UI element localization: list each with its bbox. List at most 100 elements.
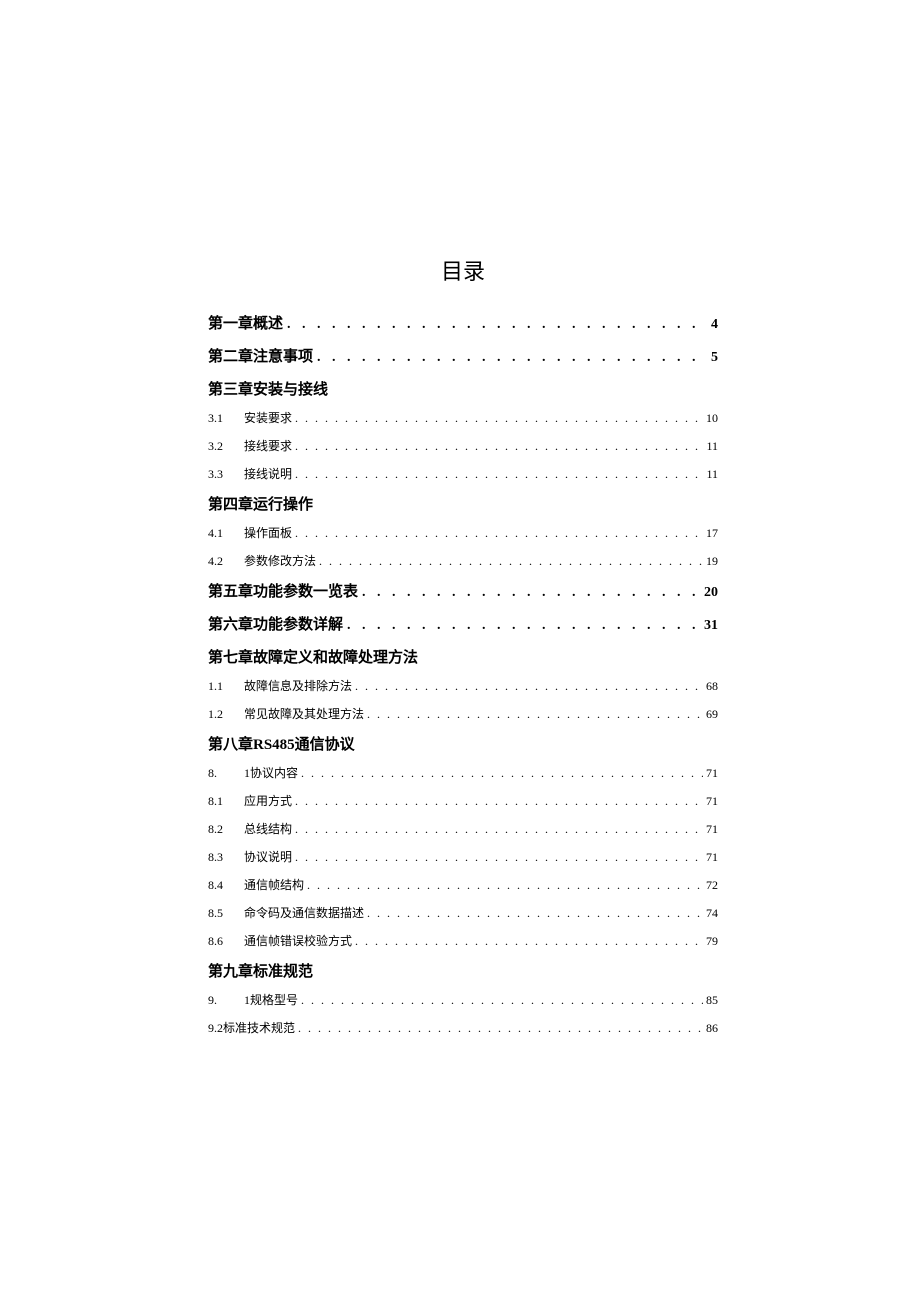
toc-dots: . . . . . . . . . . . . . . . . . . . . …: [295, 526, 703, 541]
toc-label: 接线说明: [244, 465, 292, 482]
toc-body: 第一章概述. . . . . . . . . . . . . . . . . .…: [208, 312, 718, 1036]
toc-dots: . . . . . . . . . . . . . . . . . . . . …: [295, 439, 703, 454]
toc-label: 通信帧错误校验方式: [244, 932, 352, 949]
toc-sub-entry: 8.5命令码及通信数据描述. . . . . . . . . . . . . .…: [208, 904, 718, 921]
toc-label: 命令码及通信数据描述: [244, 904, 364, 921]
toc-sub-number: 8.3: [208, 850, 244, 865]
toc-sub-entry: 3.2接线要求. . . . . . . . . . . . . . . . .…: [208, 437, 718, 454]
toc-page: 71: [706, 850, 718, 865]
toc-sub-number: 8.5: [208, 906, 244, 921]
toc-label: 第五章功能参数一览表: [208, 580, 358, 601]
toc-label: 第七章故障定义和故障处理方法: [208, 650, 418, 666]
toc-label: 故障信息及排除方法: [244, 677, 352, 694]
toc-sub-entry: 3.1安装要求. . . . . . . . . . . . . . . . .…: [208, 409, 718, 426]
toc-page: 4: [711, 317, 718, 333]
toc-sub-entry: 8.1应用方式. . . . . . . . . . . . . . . . .…: [208, 792, 718, 809]
toc-page: 85: [706, 993, 718, 1008]
toc-page: 11: [706, 439, 718, 454]
toc-dots: . . . . . . . . . . . . . . . . . . . . …: [319, 554, 703, 569]
toc-page: 79: [706, 934, 718, 949]
toc-label: 应用方式: [244, 792, 292, 809]
toc-sub-number: 9.: [208, 993, 244, 1008]
toc-dots: . . . . . . . . . . . . . . . . . . . . …: [295, 467, 703, 482]
toc-sub-number: 8.4: [208, 878, 244, 893]
toc-dots: . . . . . . . . . . . . . . . . . . . . …: [362, 585, 700, 601]
toc-sub-entry: 9.1规格型号. . . . . . . . . . . . . . . . .…: [208, 991, 718, 1008]
toc-sub-entry: 8.1协议内容. . . . . . . . . . . . . . . . .…: [208, 764, 718, 781]
toc-dots: . . . . . . . . . . . . . . . . . . . . …: [295, 794, 703, 809]
toc-dots: . . . . . . . . . . . . . . . . . . . . …: [355, 679, 703, 694]
toc-dots: . . . . . . . . . . . . . . . . . . . . …: [367, 906, 703, 921]
toc-dots: . . . . . . . . . . . . . . . . . . . . …: [301, 766, 703, 781]
toc-sub-number: 4.2: [208, 554, 244, 569]
toc-sub-number: 8.1: [208, 794, 244, 809]
toc-page: 11: [706, 467, 718, 482]
toc-title: 目录: [208, 254, 718, 286]
toc-page: 86: [706, 1021, 718, 1036]
toc-page: 68: [706, 679, 718, 694]
toc-chapter-entry: 第一章概述. . . . . . . . . . . . . . . . . .…: [208, 312, 718, 333]
toc-sub-number: 8.2: [208, 822, 244, 837]
toc-page: 71: [706, 794, 718, 809]
toc-page: 71: [706, 766, 718, 781]
toc-page: 72: [706, 878, 718, 893]
toc-chapter-heading: 第三章安装与接线: [208, 378, 718, 399]
toc-dots: . . . . . . . . . . . . . . . . . . . . …: [355, 934, 703, 949]
toc-sub-number: 3.3: [208, 467, 244, 482]
toc-page: 10: [706, 411, 718, 426]
toc-label: 参数修改方法: [244, 552, 316, 569]
toc-dots: . . . . . . . . . . . . . . . . . . . . …: [301, 993, 703, 1008]
toc-page: 20: [704, 585, 718, 601]
toc-label: 安装要求: [244, 409, 292, 426]
toc-label: 接线要求: [244, 437, 292, 454]
toc-chapter-heading: 第四章运行操作: [208, 493, 718, 514]
toc-dots: . . . . . . . . . . . . . . . . . . . . …: [298, 1021, 703, 1036]
toc-label: 第八章RS485通信协议: [208, 737, 355, 753]
toc-label: 第九章标准规范: [208, 964, 313, 980]
toc-chapter-entry: 第六章功能参数详解. . . . . . . . . . . . . . . .…: [208, 613, 718, 634]
toc-sub-entry: 4.1操作面板. . . . . . . . . . . . . . . . .…: [208, 524, 718, 541]
toc-page: 69: [706, 707, 718, 722]
toc-sub-number: 3.2: [208, 439, 244, 454]
toc-sub-entry: 1.2常见故障及其处理方法. . . . . . . . . . . . . .…: [208, 705, 718, 722]
toc-dots: . . . . . . . . . . . . . . . . . . . . …: [287, 317, 707, 333]
toc-sub-entry: 3.3接线说明. . . . . . . . . . . . . . . . .…: [208, 465, 718, 482]
toc-page: 71: [706, 822, 718, 837]
toc-sub-number: 1.2: [208, 707, 244, 722]
toc-container: 目录 第一章概述. . . . . . . . . . . . . . . . …: [208, 254, 718, 1047]
toc-label: 第一章概述: [208, 312, 283, 333]
toc-label: 操作面板: [244, 524, 292, 541]
toc-dots: . . . . . . . . . . . . . . . . . . . . …: [295, 850, 703, 865]
toc-dots: . . . . . . . . . . . . . . . . . . . . …: [307, 878, 703, 893]
toc-sub-number: 4.1: [208, 526, 244, 541]
toc-label: 协议说明: [244, 848, 292, 865]
toc-page: 5: [711, 350, 718, 366]
toc-chapter-heading: 第七章故障定义和故障处理方法: [208, 646, 718, 667]
toc-label: 1规格型号: [244, 991, 298, 1008]
toc-label: 1协议内容: [244, 764, 298, 781]
toc-sub-number: 8.: [208, 766, 244, 781]
toc-sub-entry: 1.1故障信息及排除方法. . . . . . . . . . . . . . …: [208, 677, 718, 694]
toc-dots: . . . . . . . . . . . . . . . . . . . . …: [295, 411, 703, 426]
toc-chapter-heading: 第九章标准规范: [208, 960, 718, 981]
toc-label: 第三章安装与接线: [208, 382, 328, 398]
toc-dots: . . . . . . . . . . . . . . . . . . . . …: [295, 822, 703, 837]
toc-page: 74: [706, 906, 718, 921]
toc-sub-number: 3.1: [208, 411, 244, 426]
toc-sub-entry: 8.2总线结构. . . . . . . . . . . . . . . . .…: [208, 820, 718, 837]
toc-page: 31: [704, 618, 718, 634]
toc-page: 19: [706, 554, 718, 569]
toc-dots: . . . . . . . . . . . . . . . . . . . . …: [317, 350, 707, 366]
toc-chapter-entry: 第二章注意事项. . . . . . . . . . . . . . . . .…: [208, 345, 718, 366]
toc-label: 第二章注意事项: [208, 345, 313, 366]
toc-label: 第四章运行操作: [208, 497, 313, 513]
toc-page: 17: [706, 526, 718, 541]
toc-flat-entry: 9.2标准技术规范. . . . . . . . . . . . . . . .…: [208, 1019, 718, 1036]
toc-chapter-entry: 第五章功能参数一览表. . . . . . . . . . . . . . . …: [208, 580, 718, 601]
toc-sub-entry: 8.3协议说明. . . . . . . . . . . . . . . . .…: [208, 848, 718, 865]
toc-chapter-heading: 第八章RS485通信协议: [208, 733, 718, 754]
toc-dots: . . . . . . . . . . . . . . . . . . . . …: [367, 707, 703, 722]
toc-label: 9.2标准技术规范: [208, 1019, 295, 1036]
toc-label: 常见故障及其处理方法: [244, 705, 364, 722]
toc-sub-number: 1.1: [208, 679, 244, 694]
